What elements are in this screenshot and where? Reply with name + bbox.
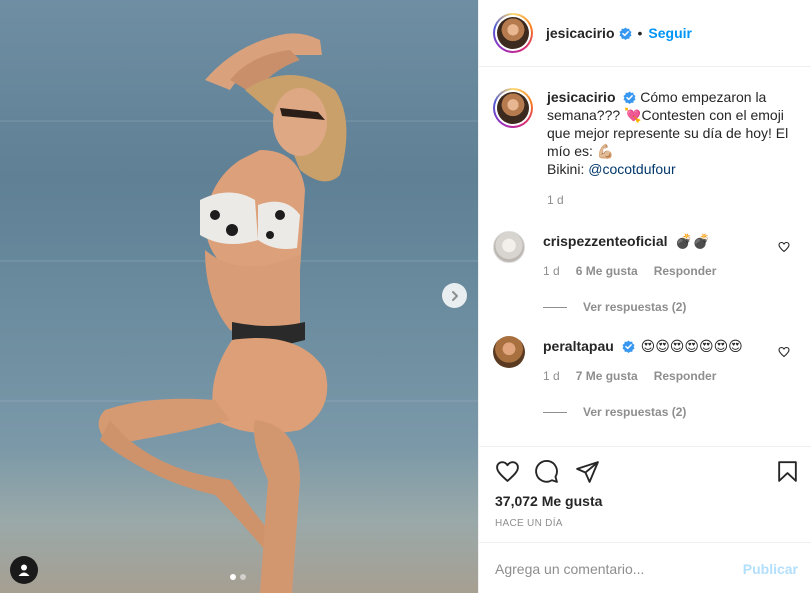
carousel-dot xyxy=(240,574,246,580)
verified-badge-icon xyxy=(622,340,635,353)
avatar-image xyxy=(497,17,529,49)
profile-avatar[interactable] xyxy=(493,13,533,53)
comments-list[interactable]: jesicacirio Cómo empezaron la semana??? … xyxy=(479,68,811,446)
publish-button[interactable]: Publicar xyxy=(743,561,798,577)
header-username[interactable]: jesicacirio xyxy=(546,25,615,41)
comment-item: peraltapau 😍😍😍😍😍😍😍 1 d 7 Me gusta Respon… xyxy=(493,336,796,383)
caption-avatar[interactable] xyxy=(493,88,533,128)
woman-on-beach-photo xyxy=(98,33,347,593)
likes-count[interactable]: 37,072 Me gusta xyxy=(495,493,602,509)
caption-timestamp: 1 d xyxy=(547,193,564,207)
share-icon[interactable] xyxy=(575,459,600,484)
instagram-post: jesicacirio • Seguir jesicacirio Cómo em… xyxy=(0,0,811,593)
comment-username[interactable]: peraltapau xyxy=(543,338,614,354)
chevron-right-icon xyxy=(451,290,458,301)
user-tag-icon xyxy=(18,564,30,576)
bookmark-icon[interactable] xyxy=(775,459,800,484)
heart-emoji: 💘 xyxy=(624,107,642,123)
comment-time: 1 d xyxy=(543,264,560,278)
follow-button[interactable]: Seguir xyxy=(648,25,692,41)
reply-button[interactable]: Responder xyxy=(654,369,717,383)
add-comment-bar: Publicar xyxy=(479,542,811,594)
comment-body: peraltapau 😍😍😍😍😍😍😍 1 d 7 Me gusta Respon… xyxy=(543,336,783,383)
carousel-indicator xyxy=(230,574,246,580)
post-date: HACE UN DÍA xyxy=(495,518,563,529)
tagged-users-button[interactable] xyxy=(10,556,38,584)
separator-dot: • xyxy=(637,25,643,41)
comment-username[interactable]: crispezzenteoficial xyxy=(543,233,668,249)
view-replies-button[interactable]: Ver respuestas (2) xyxy=(543,405,796,419)
caption-username[interactable]: jesicacirio xyxy=(547,89,616,105)
comment-likes[interactable]: 7 Me gusta xyxy=(576,369,638,383)
comment-text: 💣💣 xyxy=(675,233,711,249)
bikini-label: Bikini: xyxy=(547,161,589,177)
heart-icon[interactable] xyxy=(495,459,520,484)
replies-divider xyxy=(543,411,567,413)
comment-body: crispezzenteoficial 💣💣 1 d 6 Me gusta Re… xyxy=(543,231,783,278)
comment-input[interactable] xyxy=(495,560,743,577)
post-footer: 37,072 Me gusta HACE UN DÍA Publicar xyxy=(479,446,811,593)
comment-icon[interactable] xyxy=(534,459,559,484)
comment-text: 😍😍😍😍😍😍😍 xyxy=(640,338,743,354)
post-header: jesicacirio • Seguir xyxy=(479,0,811,67)
view-replies-label: Ver respuestas (2) xyxy=(583,405,687,419)
caption-body: jesicacirio Cómo empezaron la semana??? … xyxy=(547,88,796,209)
reply-button[interactable]: Responder xyxy=(654,264,717,278)
comment-item: crispezzenteoficial 💣💣 1 d 6 Me gusta Re… xyxy=(493,231,796,278)
comment-avatar[interactable] xyxy=(493,231,525,263)
comment-meta: 1 d 6 Me gusta Responder xyxy=(543,264,783,278)
post-photo[interactable] xyxy=(0,0,478,593)
verified-badge-icon xyxy=(623,91,636,104)
post-caption: jesicacirio Cómo empezaron la semana??? … xyxy=(493,88,796,209)
carousel-next-button[interactable] xyxy=(442,283,467,308)
heart-icon[interactable] xyxy=(778,241,790,253)
comment-avatar[interactable] xyxy=(493,336,525,368)
comment-time: 1 d xyxy=(543,369,560,383)
comment-likes[interactable]: 6 Me gusta xyxy=(576,264,638,278)
heart-icon[interactable] xyxy=(778,346,790,358)
comment-meta: 1 d 7 Me gusta Responder xyxy=(543,369,783,383)
replies-divider xyxy=(543,306,567,308)
verified-badge-icon xyxy=(618,26,632,40)
muscle-emoji: 💪🏼 xyxy=(596,143,615,159)
view-replies-label: Ver respuestas (2) xyxy=(583,300,687,314)
action-bar xyxy=(495,459,800,487)
avatar-image xyxy=(497,92,529,124)
post-details-panel: jesicacirio • Seguir jesicacirio Cómo em… xyxy=(478,0,811,593)
bikini-mention-link[interactable]: @cocotdufour xyxy=(588,161,675,177)
carousel-dot-active xyxy=(230,574,236,580)
view-replies-button[interactable]: Ver respuestas (2) xyxy=(543,300,796,314)
